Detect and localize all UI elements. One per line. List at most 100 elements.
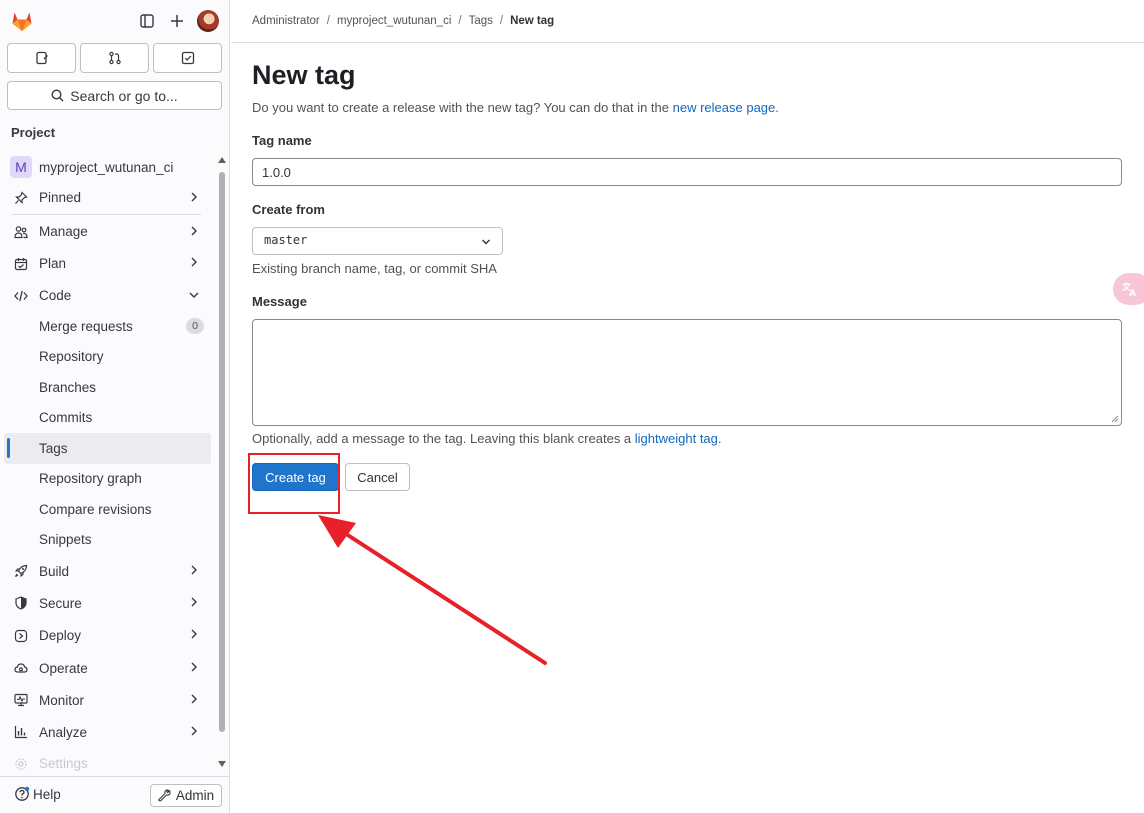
sidebar-item-operate[interactable]: Operate bbox=[0, 652, 215, 684]
chevron-down-icon bbox=[189, 292, 199, 298]
code-icon bbox=[12, 289, 30, 303]
chevron-right-icon bbox=[191, 257, 197, 267]
chevron-down-icon bbox=[482, 239, 490, 245]
sidebar-toggle-icon[interactable] bbox=[137, 11, 157, 31]
help-button[interactable]: Help bbox=[14, 786, 61, 802]
admin-label: Admin bbox=[175, 788, 215, 803]
merge-requests-button[interactable] bbox=[80, 43, 149, 73]
admin-button[interactable]: Admin bbox=[150, 784, 222, 807]
sidebar-item-label: Build bbox=[39, 563, 70, 579]
sidebar-item-analyze[interactable]: Analyze bbox=[0, 716, 215, 748]
breadcrumb: Administrator / myproject_wutunan_ci / T… bbox=[231, 0, 1144, 43]
lightweight-tag-link[interactable]: lightweight tag bbox=[635, 431, 718, 446]
cancel-button[interactable]: Cancel bbox=[345, 463, 410, 491]
sidebar-item-monitor[interactable]: Monitor bbox=[0, 684, 215, 716]
sidebar-item-label: Compare revisions bbox=[39, 501, 152, 517]
gitlab-logo-icon[interactable] bbox=[10, 9, 34, 33]
page-title: New tag bbox=[252, 60, 356, 90]
tag-name-input[interactable]: 1.0.0 bbox=[252, 158, 1122, 186]
breadcrumb-separator: / bbox=[499, 15, 504, 27]
translate-icon[interactable]: 文A bbox=[1113, 273, 1144, 305]
chart-icon bbox=[12, 725, 30, 739]
create-from-value: master bbox=[264, 233, 308, 247]
sidebar-item-pinned[interactable]: Pinned bbox=[0, 182, 215, 213]
sidebar-item-label: Monitor bbox=[39, 692, 85, 708]
search-icon bbox=[51, 89, 64, 102]
sidebar-item-tags[interactable]: Tags bbox=[4, 433, 211, 464]
sidebar-item-compare-revisions[interactable]: Compare revisions bbox=[0, 494, 215, 525]
create-from-dropdown[interactable]: master bbox=[252, 227, 503, 255]
count-badge: 0 bbox=[186, 318, 204, 334]
scrollbar-thumb[interactable] bbox=[219, 172, 225, 732]
sidebar-item-label: Analyze bbox=[39, 724, 88, 740]
manage-icon bbox=[12, 225, 30, 239]
sidebar-project-link[interactable]: M myproject_wutunan_ci bbox=[0, 152, 215, 182]
breadcrumb-item[interactable]: Administrator bbox=[252, 15, 320, 27]
search-button[interactable]: Search or go to... bbox=[7, 81, 222, 110]
wrench-icon bbox=[158, 789, 171, 802]
sidebar-item-deploy[interactable]: Deploy bbox=[0, 619, 215, 652]
monitor-icon bbox=[12, 693, 30, 707]
search-label: Search or go to... bbox=[70, 87, 178, 104]
message-hint-suffix: . bbox=[717, 431, 722, 446]
sidebar-scrollbar[interactable] bbox=[217, 152, 227, 774]
message-hint-text: Optionally, add a message to the tag. Le… bbox=[252, 431, 635, 446]
breadcrumb-separator: / bbox=[458, 15, 462, 27]
scroll-up-icon[interactable] bbox=[218, 157, 226, 163]
chevron-right-icon bbox=[191, 662, 197, 672]
chevron-right-icon bbox=[191, 226, 197, 236]
message-textarea[interactable] bbox=[252, 319, 1122, 426]
sidebar-item-label: Tags bbox=[39, 440, 68, 456]
tag-name-label: Tag name bbox=[252, 133, 312, 148]
sidebar-item-secure[interactable]: Secure bbox=[0, 587, 215, 619]
create-from-label: Create from bbox=[252, 202, 325, 217]
sidebar-item-label: Manage bbox=[39, 224, 88, 239]
resize-handle-icon[interactable] bbox=[1111, 415, 1119, 423]
todo-button[interactable] bbox=[153, 43, 222, 73]
issues-button[interactable] bbox=[7, 43, 76, 73]
scroll-down-icon[interactable] bbox=[218, 761, 226, 767]
breadcrumb-separator: / bbox=[326, 15, 330, 27]
sidebar-section-label: Project bbox=[11, 125, 56, 140]
project-name: myproject_wutunan_ci bbox=[39, 159, 174, 175]
sidebar-item-label: Snippets bbox=[39, 532, 92, 548]
message-hint: Optionally, add a message to the tag. Le… bbox=[252, 431, 722, 446]
sidebar-item-plan[interactable]: Plan bbox=[0, 247, 215, 280]
breadcrumb-item[interactable]: myproject_wutunan_ci bbox=[337, 15, 451, 27]
settings-icon bbox=[12, 757, 30, 771]
sidebar-item-label: Code bbox=[39, 288, 72, 303]
annotation-arrow-icon bbox=[318, 515, 547, 665]
sidebar-item-label: Repository graph bbox=[39, 471, 142, 487]
sidebar-item-repository-graph[interactable]: Repository graph bbox=[0, 464, 215, 495]
breadcrumb-current[interactable]: New tag bbox=[510, 15, 554, 27]
sidebar-item-branches[interactable]: Branches bbox=[0, 372, 215, 403]
help-label: Help bbox=[33, 786, 61, 802]
breadcrumb-item[interactable]: Tags bbox=[469, 15, 493, 27]
annotation-highlight-box bbox=[248, 453, 340, 514]
plan-icon bbox=[12, 257, 30, 271]
sidebar-item-snippets[interactable]: Snippets bbox=[0, 525, 215, 556]
sidebar-item-label: Repository bbox=[39, 349, 104, 365]
intro-suffix: . bbox=[775, 100, 779, 115]
sidebar-item-merge-requests[interactable]: Merge requests 0 bbox=[0, 311, 215, 342]
shield-icon bbox=[12, 596, 30, 610]
sidebar-item-label: Settings bbox=[39, 756, 88, 771]
new-release-page-link[interactable]: new release page bbox=[673, 100, 776, 115]
user-avatar[interactable] bbox=[197, 10, 219, 32]
rocket-icon bbox=[12, 564, 30, 578]
chevron-right-icon bbox=[191, 597, 197, 607]
sidebar-item-code[interactable]: Code bbox=[0, 280, 215, 311]
project-nav: M myproject_wutunan_ci Pinned Manage Pla… bbox=[0, 152, 215, 774]
svg-text:A: A bbox=[1129, 289, 1136, 297]
plus-icon[interactable] bbox=[167, 11, 187, 31]
sidebar-item-build[interactable]: Build bbox=[0, 555, 215, 587]
sidebar-item-label: Merge requests bbox=[39, 318, 133, 334]
quick-actions bbox=[7, 43, 222, 73]
chevron-right-icon bbox=[191, 629, 197, 639]
sidebar-footer: Help Admin bbox=[0, 776, 229, 813]
sidebar-item-settings[interactable]: Settings bbox=[0, 748, 215, 774]
sidebar-item-manage[interactable]: Manage bbox=[0, 216, 215, 247]
sidebar-item-label: Pinned bbox=[39, 190, 82, 205]
sidebar-item-repository[interactable]: Repository bbox=[0, 342, 215, 373]
sidebar-item-commits[interactable]: Commits bbox=[0, 403, 215, 434]
